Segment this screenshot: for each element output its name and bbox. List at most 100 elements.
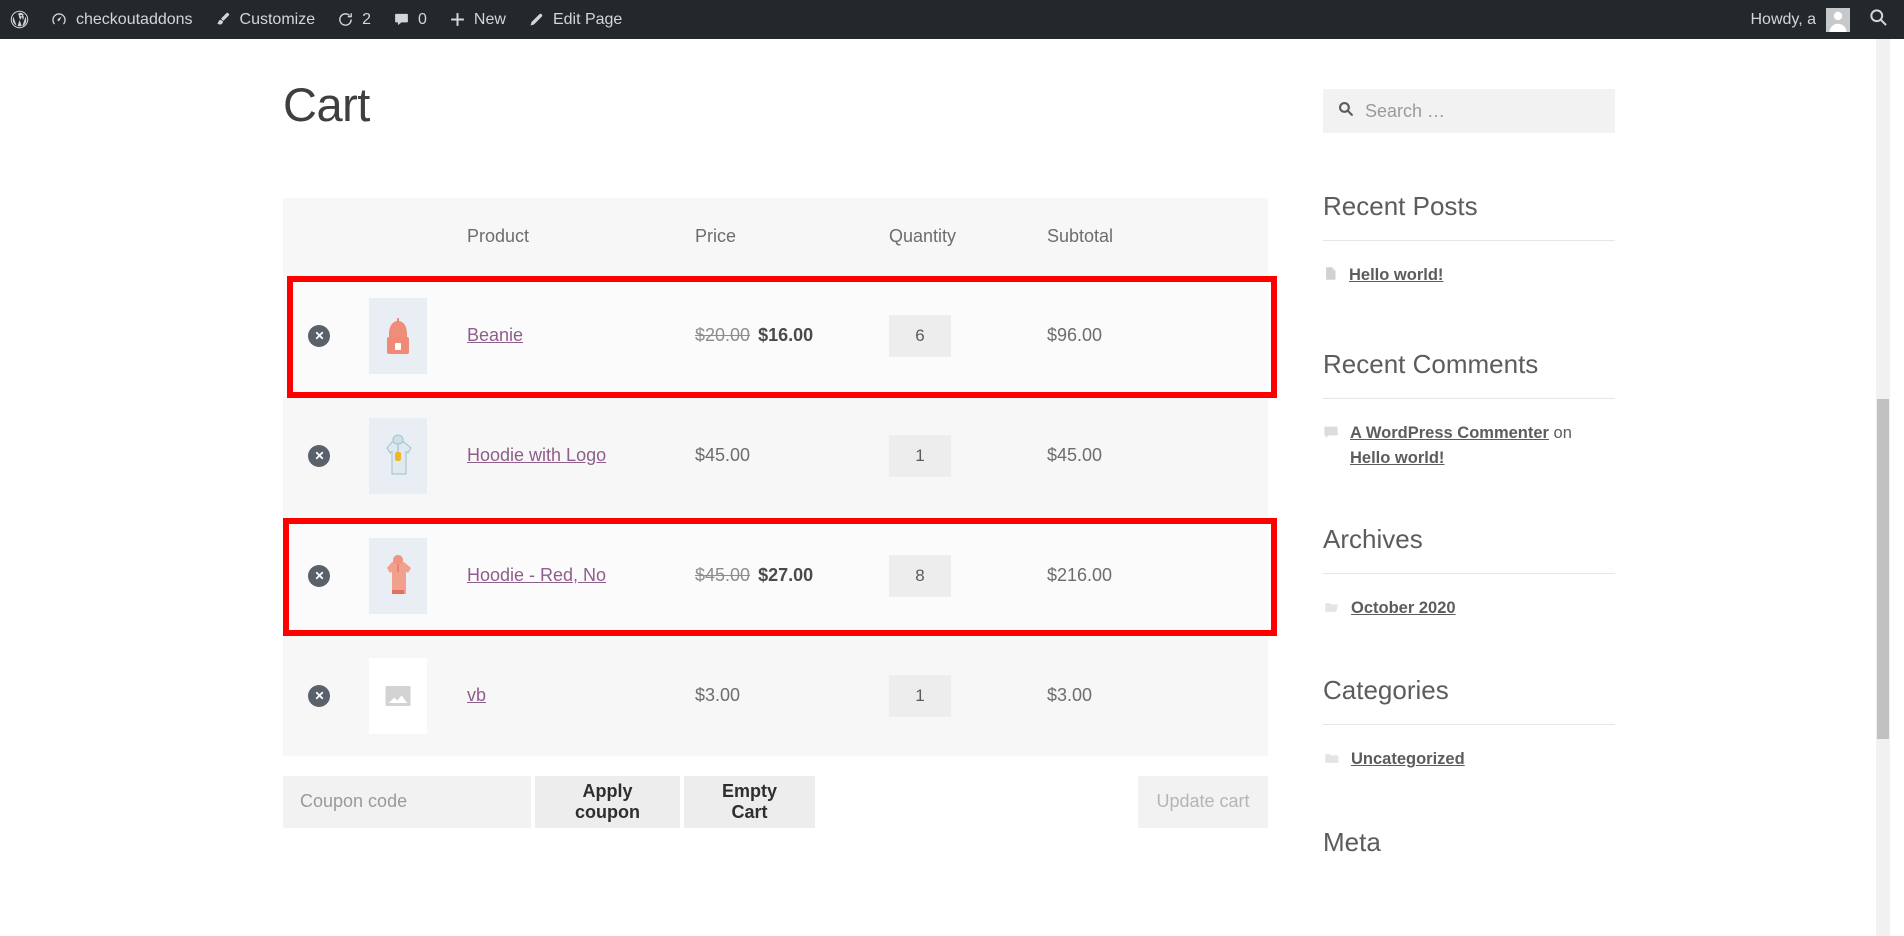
admin-bar-customize-label: Customize [239, 10, 316, 28]
quantity-input[interactable]: 1 [889, 674, 951, 717]
update-cart-button[interactable]: Update cart [1138, 775, 1268, 828]
product-name-link[interactable]: vb [467, 685, 486, 705]
page-container: Cart Product Price Quantity Subtotal Bea… [0, 39, 1890, 936]
remove-item-icon[interactable] [308, 684, 330, 707]
cart-cell-product: Hoodie with Logo [467, 395, 695, 516]
customize-brush-icon [215, 11, 232, 28]
admin-bar-search-button[interactable] [1860, 7, 1904, 32]
admin-bar-updates[interactable]: 2 [326, 0, 382, 39]
wp-admin-bar: checkoutaddons Customize 2 0 New Edit Pa… [0, 0, 1904, 39]
remove-item-icon[interactable] [308, 324, 330, 347]
comment-post-link[interactable]: Hello world! [1350, 449, 1444, 467]
plus-icon [449, 11, 466, 28]
hoodie-red-product-thumbnail[interactable] [369, 537, 427, 614]
product-sale-price: $16.00 [758, 325, 814, 346]
list-item: Hello world! [1323, 263, 1615, 291]
admin-bar-edit-page[interactable]: Edit Page [517, 0, 633, 39]
remove-item-icon[interactable] [308, 444, 330, 467]
comment-author-link[interactable]: A WordPress Commenter [1350, 424, 1549, 442]
cart-header-thumbnail [369, 198, 467, 276]
list-item: A WordPress Commenter on Hello world! [1323, 421, 1615, 472]
sidebar: Recent Posts Hello world! Re [1323, 39, 1615, 876]
product-subtotal: $216.00 [1047, 565, 1113, 586]
product-subtotal: $3.00 [1047, 685, 1093, 706]
cart-cell-price: $3.00 [695, 635, 889, 756]
placeholder-image-thumbnail[interactable] [369, 657, 427, 734]
list-item-text: Hello world! [1349, 263, 1443, 289]
shop-cart-table: Product Price Quantity Subtotal Beanie $… [283, 197, 1268, 756]
page-body: Cart Product Price Quantity Subtotal Bea… [0, 39, 1904, 936]
cart-cell-remove [283, 275, 369, 396]
cart-header-quantity: Quantity [889, 226, 957, 247]
product-price: $3.00 [695, 685, 741, 706]
product-regular-price: $20.00 [695, 325, 751, 346]
admin-bar-site-name[interactable]: checkoutaddons [39, 0, 204, 39]
comment-on-label: on [1548, 423, 1572, 442]
admin-bar-my-account[interactable]: Howdy, a [1740, 7, 1860, 32]
cart-cell-product: Hoodie - Red, No [467, 515, 695, 636]
admin-bar-new-content[interactable]: New [438, 0, 517, 39]
cart-main-content: Cart Product Price Quantity Subtotal Bea… [283, 39, 1277, 828]
scrollbar-thumb[interactable] [1877, 399, 1889, 739]
widget-recent-comments: Recent Comments A WordPress Commenter on… [1323, 349, 1615, 472]
page-scrollbar[interactable] [1876, 39, 1890, 936]
cart-cell-subtotal: $45.00 [1047, 395, 1268, 516]
folder-open-icon [1323, 598, 1340, 624]
search-input[interactable] [1365, 100, 1585, 122]
widget-title: Recent Comments [1323, 349, 1615, 399]
list-item-text: A WordPress Commenter on Hello world! [1350, 421, 1615, 472]
list-item-text: October 2020 [1351, 596, 1456, 622]
page-title: Cart [283, 78, 370, 131]
cart-cell-remove [283, 515, 369, 636]
cart-cell-quantity: 6 [889, 275, 1047, 396]
cart-header-price: Price [695, 226, 737, 247]
product-subtotal: $96.00 [1047, 325, 1103, 346]
category-link[interactable]: Uncategorized [1351, 750, 1465, 768]
product-price: $45.00 [695, 445, 751, 466]
widget-list: Uncategorized [1323, 747, 1615, 775]
product-subtotal: $45.00 [1047, 445, 1103, 466]
quantity-input[interactable]: 8 [889, 554, 951, 597]
admin-bar-right-group: Howdy, a [1740, 0, 1904, 39]
table-row: Beanie $20.00 $16.00 6 $96.00 [283, 275, 1268, 396]
admin-bar-wordpress-logo[interactable] [0, 0, 39, 39]
widget-title: Archives [1323, 524, 1615, 574]
recent-post-link[interactable]: Hello world! [1349, 266, 1443, 284]
search-icon [1868, 7, 1888, 32]
product-name-link[interactable]: Hoodie with Logo [467, 445, 606, 465]
admin-bar-customize[interactable]: Customize [204, 0, 327, 39]
cart-cell-subtotal: $216.00 [1047, 515, 1268, 636]
post-page-icon [1323, 265, 1338, 291]
updates-icon [337, 11, 354, 28]
archive-link[interactable]: October 2020 [1351, 599, 1456, 617]
quantity-input[interactable]: 1 [889, 434, 951, 477]
widget-list: A WordPress Commenter on Hello world! [1323, 421, 1615, 472]
product-name-link[interactable]: Hoodie - Red, No [467, 565, 606, 585]
search-icon [1337, 100, 1354, 122]
widget-title: Meta [1323, 826, 1381, 857]
apply-coupon-button[interactable]: Apply coupon [535, 775, 680, 828]
table-row: Hoodie - Red, No $45.00 $27.00 8 $216.00 [283, 515, 1268, 636]
beanie-product-thumbnail[interactable] [369, 297, 427, 374]
product-name-link[interactable]: Beanie [467, 325, 523, 345]
list-item: October 2020 [1323, 596, 1615, 624]
remove-item-icon[interactable] [308, 564, 330, 587]
cart-header-product: Product [467, 226, 530, 247]
table-row: Hoodie with Logo $45.00 1 $45.00 [283, 395, 1268, 516]
widget-recent-posts: Recent Posts Hello world! [1323, 191, 1615, 291]
widget-list: October 2020 [1323, 596, 1615, 624]
admin-bar-new-label: New [473, 10, 506, 28]
admin-bar-comments[interactable]: 0 [382, 0, 438, 39]
cart-cell-price: $45.00 [695, 395, 889, 516]
cart-actions-row: Apply coupon Empty Cart Update cart [283, 775, 1268, 828]
coupon-code-input[interactable] [283, 775, 531, 828]
cart-cell-subtotal: $96.00 [1047, 275, 1268, 396]
cart-cell-thumbnail [369, 635, 467, 756]
cart-table-body: Beanie $20.00 $16.00 6 $96.00 Hoodie wit… [283, 275, 1268, 756]
product-sale-price: $27.00 [758, 565, 814, 586]
hoodie-with-logo-product-thumbnail[interactable] [369, 417, 427, 494]
empty-cart-button[interactable]: Empty Cart [684, 775, 815, 828]
quantity-input[interactable]: 6 [889, 314, 951, 357]
cart-cell-remove [283, 395, 369, 516]
comment-bubble-icon [1323, 423, 1339, 449]
